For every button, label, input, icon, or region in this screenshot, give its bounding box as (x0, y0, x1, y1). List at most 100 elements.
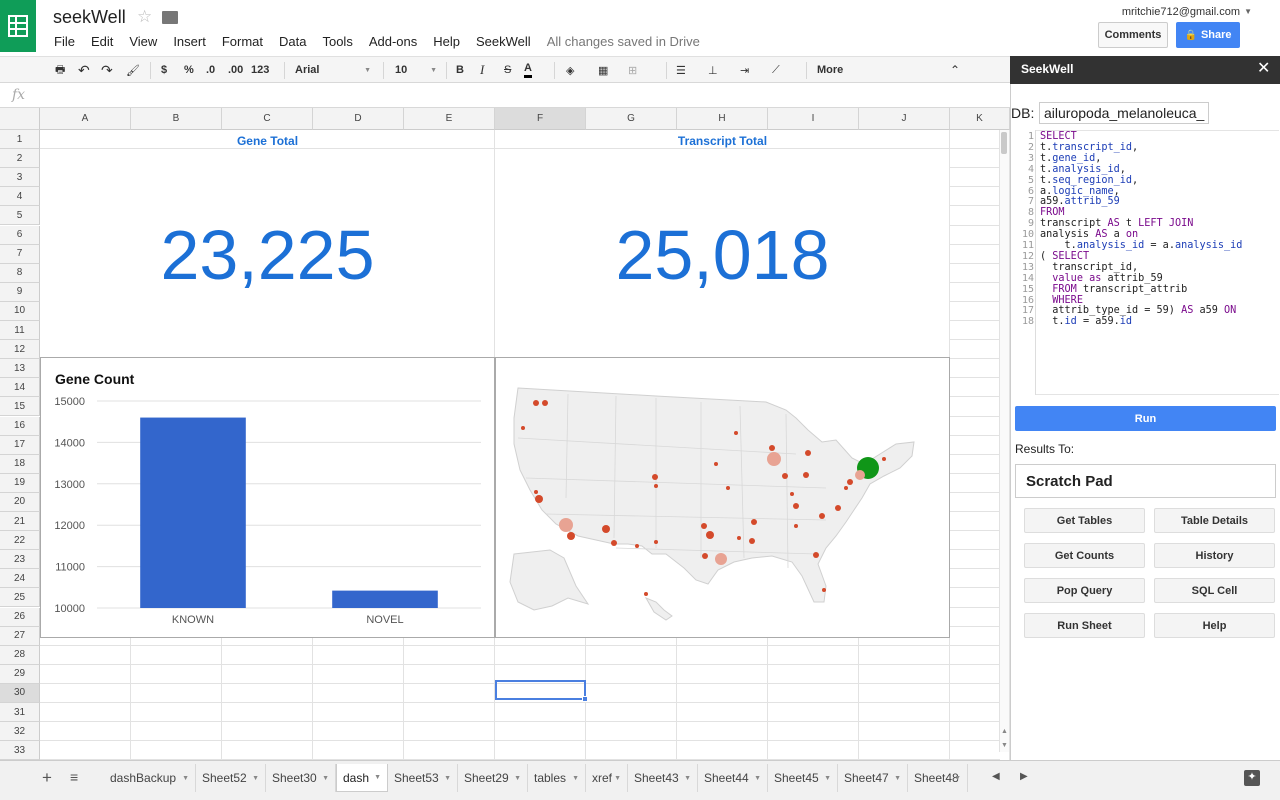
paint-format-icon[interactable]: 🖌 (126, 61, 140, 79)
help-button[interactable]: Help (1154, 613, 1275, 638)
text-wrap-icon[interactable]: ⇥ (740, 61, 749, 79)
star-icon[interactable]: ☆ (137, 7, 152, 27)
column-header-a[interactable]: A (40, 108, 131, 130)
row-header-33[interactable]: 33 (0, 741, 40, 760)
font-family-select[interactable]: Arial ▼ (295, 61, 375, 79)
strikethrough-button[interactable]: S (504, 61, 511, 79)
explore-icon[interactable]: ✦ (1244, 770, 1260, 786)
column-header-g[interactable]: G (586, 108, 677, 130)
sheet-tab-sheet30[interactable]: Sheet30 ▼ (266, 764, 336, 792)
menu-insert[interactable]: Insert (173, 34, 206, 49)
text-color-button[interactable]: A (524, 61, 532, 78)
row-header-26[interactable]: 26 (0, 607, 40, 627)
row-header-1[interactable]: 1 (0, 130, 40, 149)
decrease-decimal-button[interactable]: .0 (206, 61, 215, 79)
chevron-down-icon[interactable]: ▼ (894, 775, 901, 782)
scroll-down-icon[interactable]: ▼ (1001, 742, 1008, 749)
sheets-logo-icon[interactable] (0, 0, 36, 52)
chevron-down-icon[interactable]: ▼ (252, 775, 259, 782)
menu-addons[interactable]: Add-ons (369, 34, 417, 49)
scroll-tabs-right-icon[interactable]: ▶ (1020, 771, 1028, 782)
column-header-f[interactable]: F (495, 108, 586, 130)
column-header-d[interactable]: D (313, 108, 404, 130)
text-rotate-icon[interactable]: ⟋ (772, 61, 780, 79)
transcript-map-chart[interactable] (495, 357, 950, 638)
chevron-down-icon[interactable]: ▼ (182, 775, 189, 782)
vertical-align-icon[interactable]: ⊥ (708, 61, 718, 79)
align-left-icon[interactable]: ☰ (676, 61, 686, 79)
gene-count-chart[interactable]: Gene Count 10000 11000 12000 13000 14000 15000… (40, 357, 495, 638)
column-header-b[interactable]: B (131, 108, 222, 130)
row-header-5[interactable]: 5 (0, 206, 40, 226)
sheet-tab-sheet48[interactable]: Sheet48 ▼ (908, 764, 968, 792)
add-sheet-icon[interactable]: + (42, 768, 52, 788)
column-header-k[interactable]: K (950, 108, 1010, 130)
select-all-corner[interactable] (0, 108, 40, 130)
chevron-down-icon[interactable]: ▼ (824, 775, 831, 782)
sheet-tab-sheet52[interactable]: Sheet52 ▼ (196, 764, 266, 792)
sheet-tab-xref[interactable]: xref ▼ (586, 764, 628, 792)
active-cell-F30[interactable] (495, 680, 586, 700)
sheet-tab-dashbackup[interactable]: dashBackup ▼ (104, 764, 196, 792)
get-counts-button[interactable]: Get Counts (1024, 543, 1145, 568)
table-details-button[interactable]: Table Details (1154, 508, 1275, 533)
sheet-tab-sheet47[interactable]: Sheet47 ▼ (838, 764, 908, 792)
menu-view[interactable]: View (129, 34, 157, 49)
menu-data[interactable]: Data (279, 34, 306, 49)
increase-decimal-button[interactable]: .00 (228, 61, 243, 79)
row-header-22[interactable]: 22 (0, 531, 40, 551)
chevron-down-icon[interactable]: ▼ (444, 775, 451, 782)
row-header-19[interactable]: 19 (0, 473, 40, 493)
row-header-2[interactable]: 2 (0, 149, 40, 169)
row-header-31[interactable]: 31 (0, 703, 40, 722)
row-header-14[interactable]: 14 (0, 378, 40, 398)
row-header-9[interactable]: 9 (0, 282, 40, 302)
column-header-i[interactable]: I (768, 108, 859, 130)
row-header-27[interactable]: 27 (0, 626, 40, 646)
sheet-tab-sheet53[interactable]: Sheet53 ▼ (388, 764, 458, 792)
chevron-down-icon[interactable]: ▼ (954, 775, 961, 782)
bold-button[interactable]: B (456, 61, 464, 79)
row-header-17[interactable]: 17 (0, 435, 40, 455)
column-header-h[interactable]: H (677, 108, 768, 130)
chevron-down-icon[interactable]: ▼ (572, 775, 579, 782)
chevron-down-icon[interactable]: ▼ (514, 775, 521, 782)
currency-button[interactable]: $ (161, 61, 167, 79)
chevron-down-icon[interactable]: ▼ (322, 775, 329, 782)
menu-format[interactable]: Format (222, 34, 263, 49)
fill-handle[interactable] (582, 696, 588, 702)
row-header-8[interactable]: 8 (0, 263, 40, 283)
italic-button[interactable]: I (480, 61, 484, 79)
results-destination[interactable]: Scratch Pad (1015, 464, 1276, 498)
row-header-7[interactable]: 7 (0, 244, 40, 264)
menu-file[interactable]: File (54, 34, 75, 49)
run-sheet-button[interactable]: Run Sheet (1024, 613, 1145, 638)
print-icon[interactable]: 🖶 (55, 61, 65, 79)
undo-icon[interactable]: ↶ (78, 61, 90, 79)
row-header-30[interactable]: 30 (0, 683, 40, 703)
all-sheets-icon[interactable]: ≡ (70, 769, 78, 785)
menu-tools[interactable]: Tools (322, 34, 352, 49)
sql-cell-button[interactable]: SQL Cell (1154, 578, 1275, 603)
sheet-tab-dash[interactable]: dash ▼ (336, 764, 388, 792)
row-header-11[interactable]: 11 (0, 321, 40, 340)
menu-edit[interactable]: Edit (91, 34, 113, 49)
row-header-21[interactable]: 21 (0, 512, 40, 531)
folder-icon[interactable] (162, 11, 178, 24)
collapse-toolbar-icon[interactable]: ⌃ (950, 61, 960, 79)
formula-bar[interactable]: fx (0, 84, 1010, 108)
row-header-6[interactable]: 6 (0, 225, 40, 245)
row-header-23[interactable]: 23 (0, 550, 40, 570)
more-formats-button[interactable]: 123 (251, 61, 269, 79)
menu-help[interactable]: Help (433, 34, 460, 49)
user-account[interactable]: mritchie712@gmail.com (1122, 6, 1240, 18)
sheet-tab-sheet44[interactable]: Sheet44 ▼ (698, 764, 768, 792)
column-header-e[interactable]: E (404, 108, 495, 130)
borders-icon[interactable]: ▦ (598, 61, 608, 79)
row-header-16[interactable]: 16 (0, 416, 40, 436)
chevron-down-icon[interactable]: ▼ (614, 775, 621, 782)
more-button[interactable]: More (817, 61, 843, 79)
percent-button[interactable]: % (184, 61, 194, 79)
sheet-tab-sheet45[interactable]: Sheet45 ▼ (768, 764, 838, 792)
row-header-12[interactable]: 12 (0, 340, 40, 360)
